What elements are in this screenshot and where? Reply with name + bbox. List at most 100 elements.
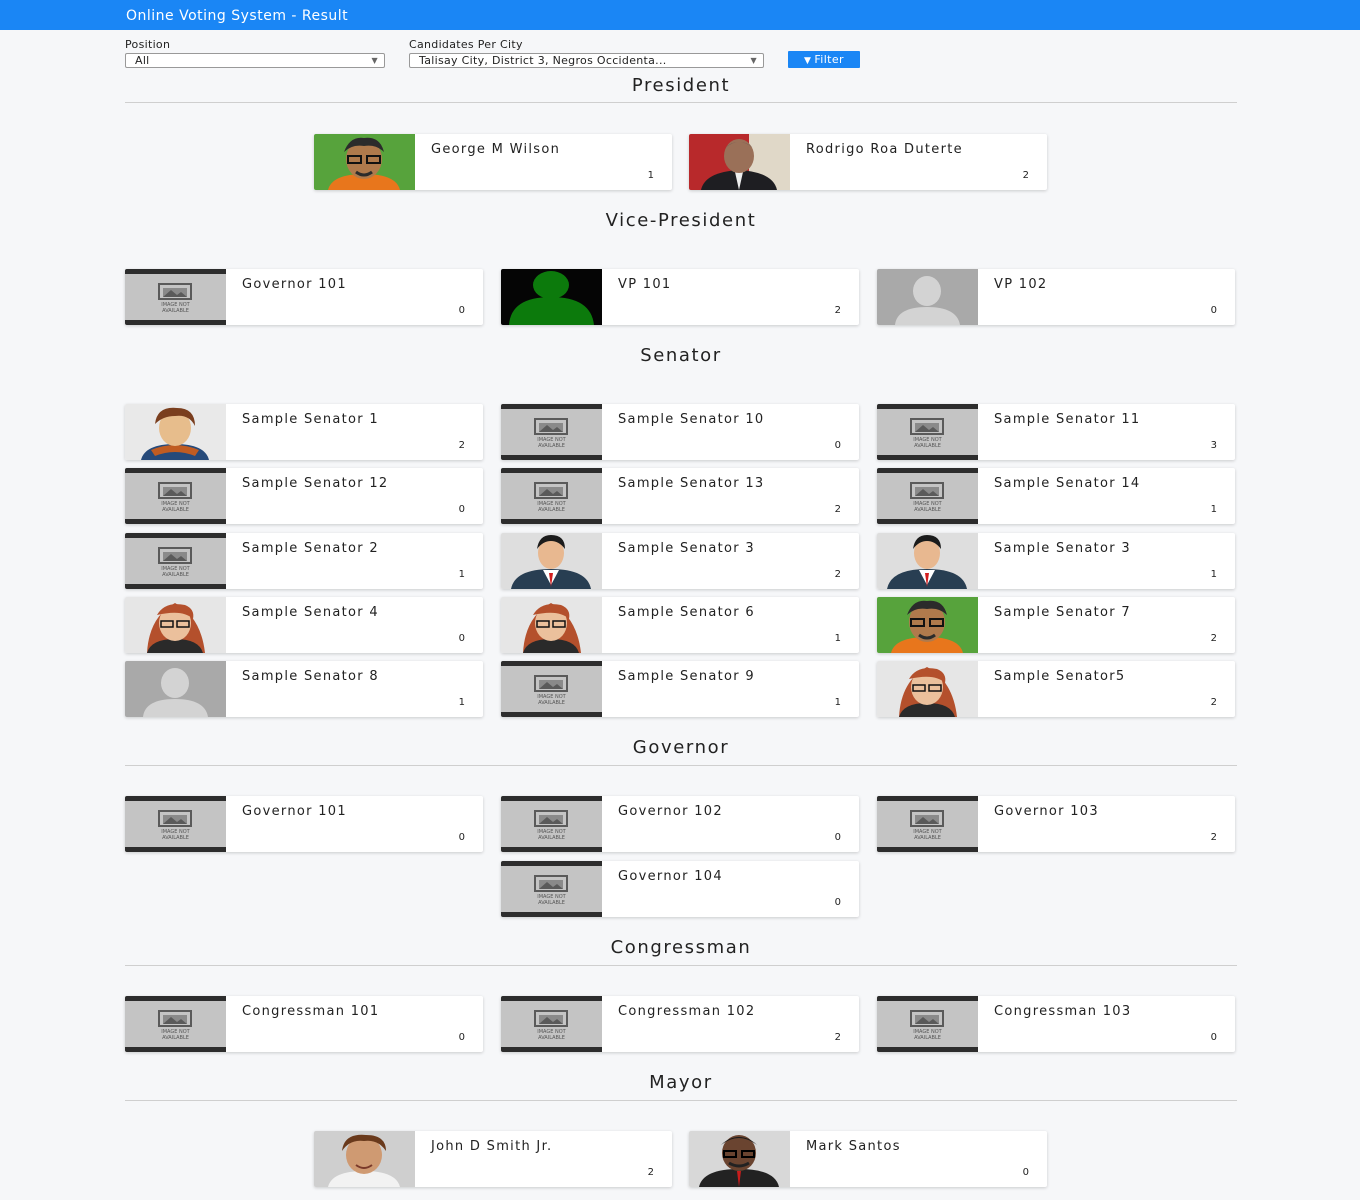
svg-text:AVAILABLE: AVAILABLE	[162, 835, 189, 841]
city-label: Candidates Per City	[409, 38, 523, 51]
candidate-card[interactable]: IMAGE NOT AVAILABLE Governor 101 0	[125, 269, 483, 325]
candidate-name: Governor 102	[618, 804, 723, 819]
candidate-name: Rodrigo Roa Duterte	[806, 142, 963, 157]
candidate-card[interactable]: VP 102 0	[877, 269, 1235, 325]
candidate-photo: IMAGE NOT AVAILABLE	[501, 404, 602, 460]
candidate-vote-count: 1	[647, 170, 654, 181]
candidate-photo: IMAGE NOT AVAILABLE	[501, 861, 602, 917]
candidate-card[interactable]: IMAGE NOT AVAILABLE Sample Senator 10 0	[501, 404, 859, 460]
section-divider	[125, 102, 1237, 103]
candidate-card[interactable]: Sample Senator 7 2	[877, 597, 1235, 653]
candidate-photo	[877, 533, 978, 589]
svg-text:AVAILABLE: AVAILABLE	[914, 835, 941, 841]
candidate-vote-count: 2	[1022, 170, 1029, 181]
candidate-vote-count: 3	[1210, 440, 1217, 451]
city-filter: Candidates Per City Talisay City, Distri…	[409, 38, 764, 68]
city-select[interactable]: Talisay City, District 3, Negros Occiden…	[409, 53, 764, 68]
candidate-name: Sample Senator 7	[994, 605, 1131, 620]
candidate-name: Sample Senator 3	[994, 541, 1131, 556]
candidate-photo: IMAGE NOT AVAILABLE	[125, 996, 226, 1052]
candidate-card[interactable]: IMAGE NOT AVAILABLE Sample Senator 13 2	[501, 468, 859, 524]
candidate-card[interactable]: Sample Senator 1 2	[125, 404, 483, 460]
candidate-photo	[877, 597, 978, 653]
candidate-photo	[501, 269, 602, 325]
candidate-name: Sample Senator 6	[618, 605, 755, 620]
candidate-photo	[877, 661, 978, 717]
candidate-name: Sample Senator 10	[618, 412, 765, 427]
candidate-card[interactable]: Sample Senator 8 1	[125, 661, 483, 717]
candidate-card[interactable]: IMAGE NOT AVAILABLE Congressman 103 0	[877, 996, 1235, 1052]
candidate-card[interactable]: IMAGE NOT AVAILABLE Sample Senator 9 1	[501, 661, 859, 717]
candidate-name: George M Wilson	[431, 142, 561, 157]
candidate-photo: IMAGE NOT AVAILABLE	[501, 661, 602, 717]
candidate-vote-count: 1	[458, 569, 465, 580]
candidate-name: Sample Senator 9	[618, 669, 755, 684]
section-divider	[125, 1100, 1237, 1101]
candidate-vote-count: 0	[458, 305, 465, 316]
candidate-photo	[877, 269, 978, 325]
candidate-vote-count: 0	[458, 633, 465, 644]
candidate-name: Sample Senator 2	[242, 541, 379, 556]
candidate-card[interactable]: IMAGE NOT AVAILABLE Governor 103 2	[877, 796, 1235, 852]
chevron-down-icon: ▼	[371, 56, 378, 65]
candidate-vote-count: 2	[834, 1032, 841, 1043]
candidate-card[interactable]: Sample Senator 4 0	[125, 597, 483, 653]
candidate-card[interactable]: Mark Santos 0	[689, 1131, 1047, 1187]
candidate-card[interactable]: Sample Senator 6 1	[501, 597, 859, 653]
section-title-senator: Senator	[640, 345, 722, 366]
candidate-card[interactable]: IMAGE NOT AVAILABLE Sample Senator 14 1	[877, 468, 1235, 524]
candidate-vote-count: 1	[458, 697, 465, 708]
svg-text:AVAILABLE: AVAILABLE	[162, 572, 189, 578]
position-select[interactable]: All ▼	[125, 53, 385, 68]
candidate-vote-count: 1	[834, 697, 841, 708]
candidate-photo: IMAGE NOT AVAILABLE	[877, 404, 978, 460]
candidate-photo	[125, 597, 226, 653]
candidate-name: Congressman 101	[242, 1004, 380, 1019]
candidate-photo: IMAGE NOT AVAILABLE	[501, 468, 602, 524]
candidate-card[interactable]: IMAGE NOT AVAILABLE Governor 102 0	[501, 796, 859, 852]
candidate-vote-count: 0	[834, 832, 841, 843]
candidate-card[interactable]: IMAGE NOT AVAILABLE Congressman 102 2	[501, 996, 859, 1052]
section-title-congressman: Congressman	[610, 937, 752, 958]
candidate-vote-count: 2	[1210, 697, 1217, 708]
candidate-card[interactable]: Sample Senator5 2	[877, 661, 1235, 717]
candidate-vote-count: 0	[1210, 305, 1217, 316]
candidate-card[interactable]: IMAGE NOT AVAILABLE Governor 101 0	[125, 796, 483, 852]
candidate-vote-count: 2	[1210, 633, 1217, 644]
candidate-card[interactable]: IMAGE NOT AVAILABLE Sample Senator 2 1	[125, 533, 483, 589]
candidate-photo: IMAGE NOT AVAILABLE	[877, 996, 978, 1052]
candidate-vote-count: 0	[458, 832, 465, 843]
candidate-name: Sample Senator 4	[242, 605, 379, 620]
candidate-photo	[501, 597, 602, 653]
candidate-name: VP 102	[994, 277, 1048, 292]
svg-text:AVAILABLE: AVAILABLE	[914, 443, 941, 449]
candidate-card[interactable]: George M Wilson 1	[314, 134, 672, 190]
filter-button[interactable]: ▼ Filter	[788, 51, 860, 68]
section-title-president: President	[631, 75, 731, 96]
candidate-photo: IMAGE NOT AVAILABLE	[125, 468, 226, 524]
candidate-card[interactable]: Rodrigo Roa Duterte 2	[689, 134, 1047, 190]
candidate-vote-count: 2	[458, 440, 465, 451]
candidate-vote-count: 2	[834, 504, 841, 515]
candidate-name: Governor 104	[618, 869, 723, 884]
candidate-name: Sample Senator 12	[242, 476, 389, 491]
svg-text:AVAILABLE: AVAILABLE	[914, 507, 941, 513]
candidate-name: Sample Senator5	[994, 669, 1126, 684]
candidate-card[interactable]: IMAGE NOT AVAILABLE Sample Senator 11 3	[877, 404, 1235, 460]
candidate-card[interactable]: IMAGE NOT AVAILABLE Congressman 101 0	[125, 996, 483, 1052]
candidate-vote-count: 1	[834, 633, 841, 644]
candidate-name: Sample Senator 13	[618, 476, 765, 491]
candidate-card[interactable]: Sample Senator 3 1	[877, 533, 1235, 589]
section-title-mayor: Mayor	[649, 1072, 713, 1093]
candidate-photo	[125, 661, 226, 717]
candidate-name: Sample Senator 8	[242, 669, 379, 684]
candidate-card[interactable]: Sample Senator 3 2	[501, 533, 859, 589]
candidate-card[interactable]: IMAGE NOT AVAILABLE Governor 104 0	[501, 861, 859, 917]
candidate-card[interactable]: VP 101 2	[501, 269, 859, 325]
candidate-name: VP 101	[618, 277, 672, 292]
svg-text:AVAILABLE: AVAILABLE	[538, 507, 565, 513]
candidate-card[interactable]: John D Smith Jr. 2	[314, 1131, 672, 1187]
candidate-card[interactable]: IMAGE NOT AVAILABLE Sample Senator 12 0	[125, 468, 483, 524]
position-label: Position	[125, 38, 171, 51]
candidate-vote-count: 2	[834, 305, 841, 316]
